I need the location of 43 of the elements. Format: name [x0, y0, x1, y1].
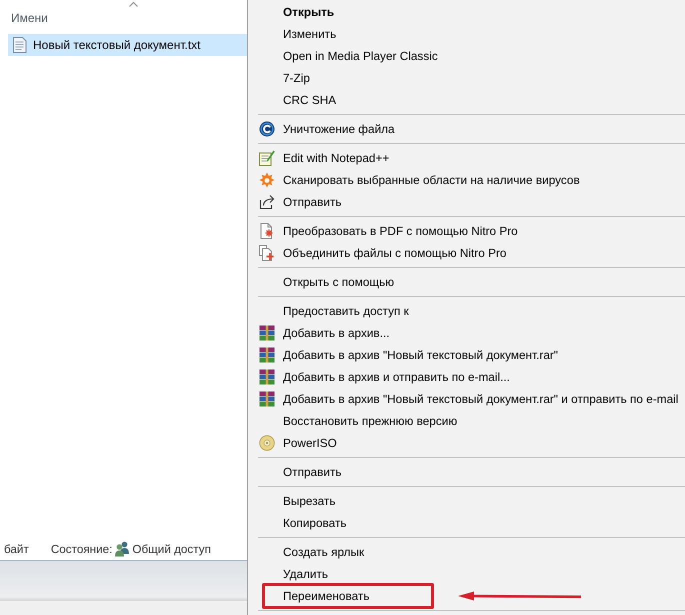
menu-item[interactable]: Open in Media Player Classic — [248, 45, 685, 67]
menu-item[interactable]: CRC SHA — [248, 89, 685, 111]
menu-item[interactable]: Добавить в архив "Новый текстовый документ.rar" — [248, 344, 685, 366]
books-stack-icon — [259, 369, 275, 385]
users-icon — [114, 541, 130, 557]
menu-item[interactable]: Добавить в архив "Новый текстовый документ.rar" и отправить по e-mail — [248, 388, 685, 410]
documents-plus-icon — [259, 245, 275, 261]
menu-item[interactable]: Вырезать — [248, 490, 685, 512]
status-label: Состояние: — [50, 542, 112, 556]
document-star-icon — [259, 223, 275, 239]
menu-item[interactable]: Переименовать — [248, 585, 685, 607]
books-stack-icon — [259, 347, 275, 363]
disc-logo-icon — [259, 121, 275, 137]
menu-item[interactable]: PowerISO — [248, 432, 685, 454]
disc-icon — [259, 435, 275, 451]
starburst-icon — [259, 172, 275, 188]
menu-item[interactable]: Добавить в архив... — [248, 322, 685, 344]
menu-item[interactable]: 7-Zip — [248, 67, 685, 89]
menu-item[interactable]: Уничтожение файла — [248, 118, 685, 140]
text-file-icon — [13, 37, 27, 53]
file-row[interactable]: Новый текстовый документ.txt — [8, 34, 247, 56]
menu-item[interactable]: Открыть — [248, 1, 685, 23]
column-header[interactable]: Имени — [0, 0, 247, 30]
menu-item[interactable]: Отправить — [248, 461, 685, 483]
books-stack-icon — [259, 325, 275, 341]
file-size-text: байт — [4, 542, 29, 556]
menu-item[interactable]: Создать ярлык — [248, 541, 685, 563]
menu-item[interactable]: Восстановить прежнюю версию — [248, 410, 685, 432]
menu-item[interactable]: Предоставить доступ к — [248, 300, 685, 322]
books-stack-icon — [259, 391, 275, 407]
menu-item[interactable]: Добавить в архив и отправить по e-mail... — [248, 366, 685, 388]
notepad-icon — [259, 150, 275, 166]
menu-item[interactable]: Отправить — [248, 191, 685, 213]
menu-item[interactable]: Сканировать выбранные области на наличие вирусов — [248, 169, 685, 191]
menu-item[interactable]: Удалить — [248, 563, 685, 585]
menu-item[interactable]: Открыть с помощью — [248, 271, 685, 293]
menu-item[interactable]: Объединить файлы с помощью Nitro Pro — [248, 242, 685, 264]
menu-item[interactable]: Преобразовать в PDF с помощью Nitro Pro — [248, 220, 685, 242]
status-value: Общий доступ — [132, 542, 211, 556]
menu-item[interactable]: Edit with Notepad++ — [248, 147, 685, 169]
share-icon — [259, 194, 275, 210]
menu-item[interactable]: Изменить — [248, 23, 685, 45]
menu-item[interactable]: Копировать — [248, 512, 685, 534]
